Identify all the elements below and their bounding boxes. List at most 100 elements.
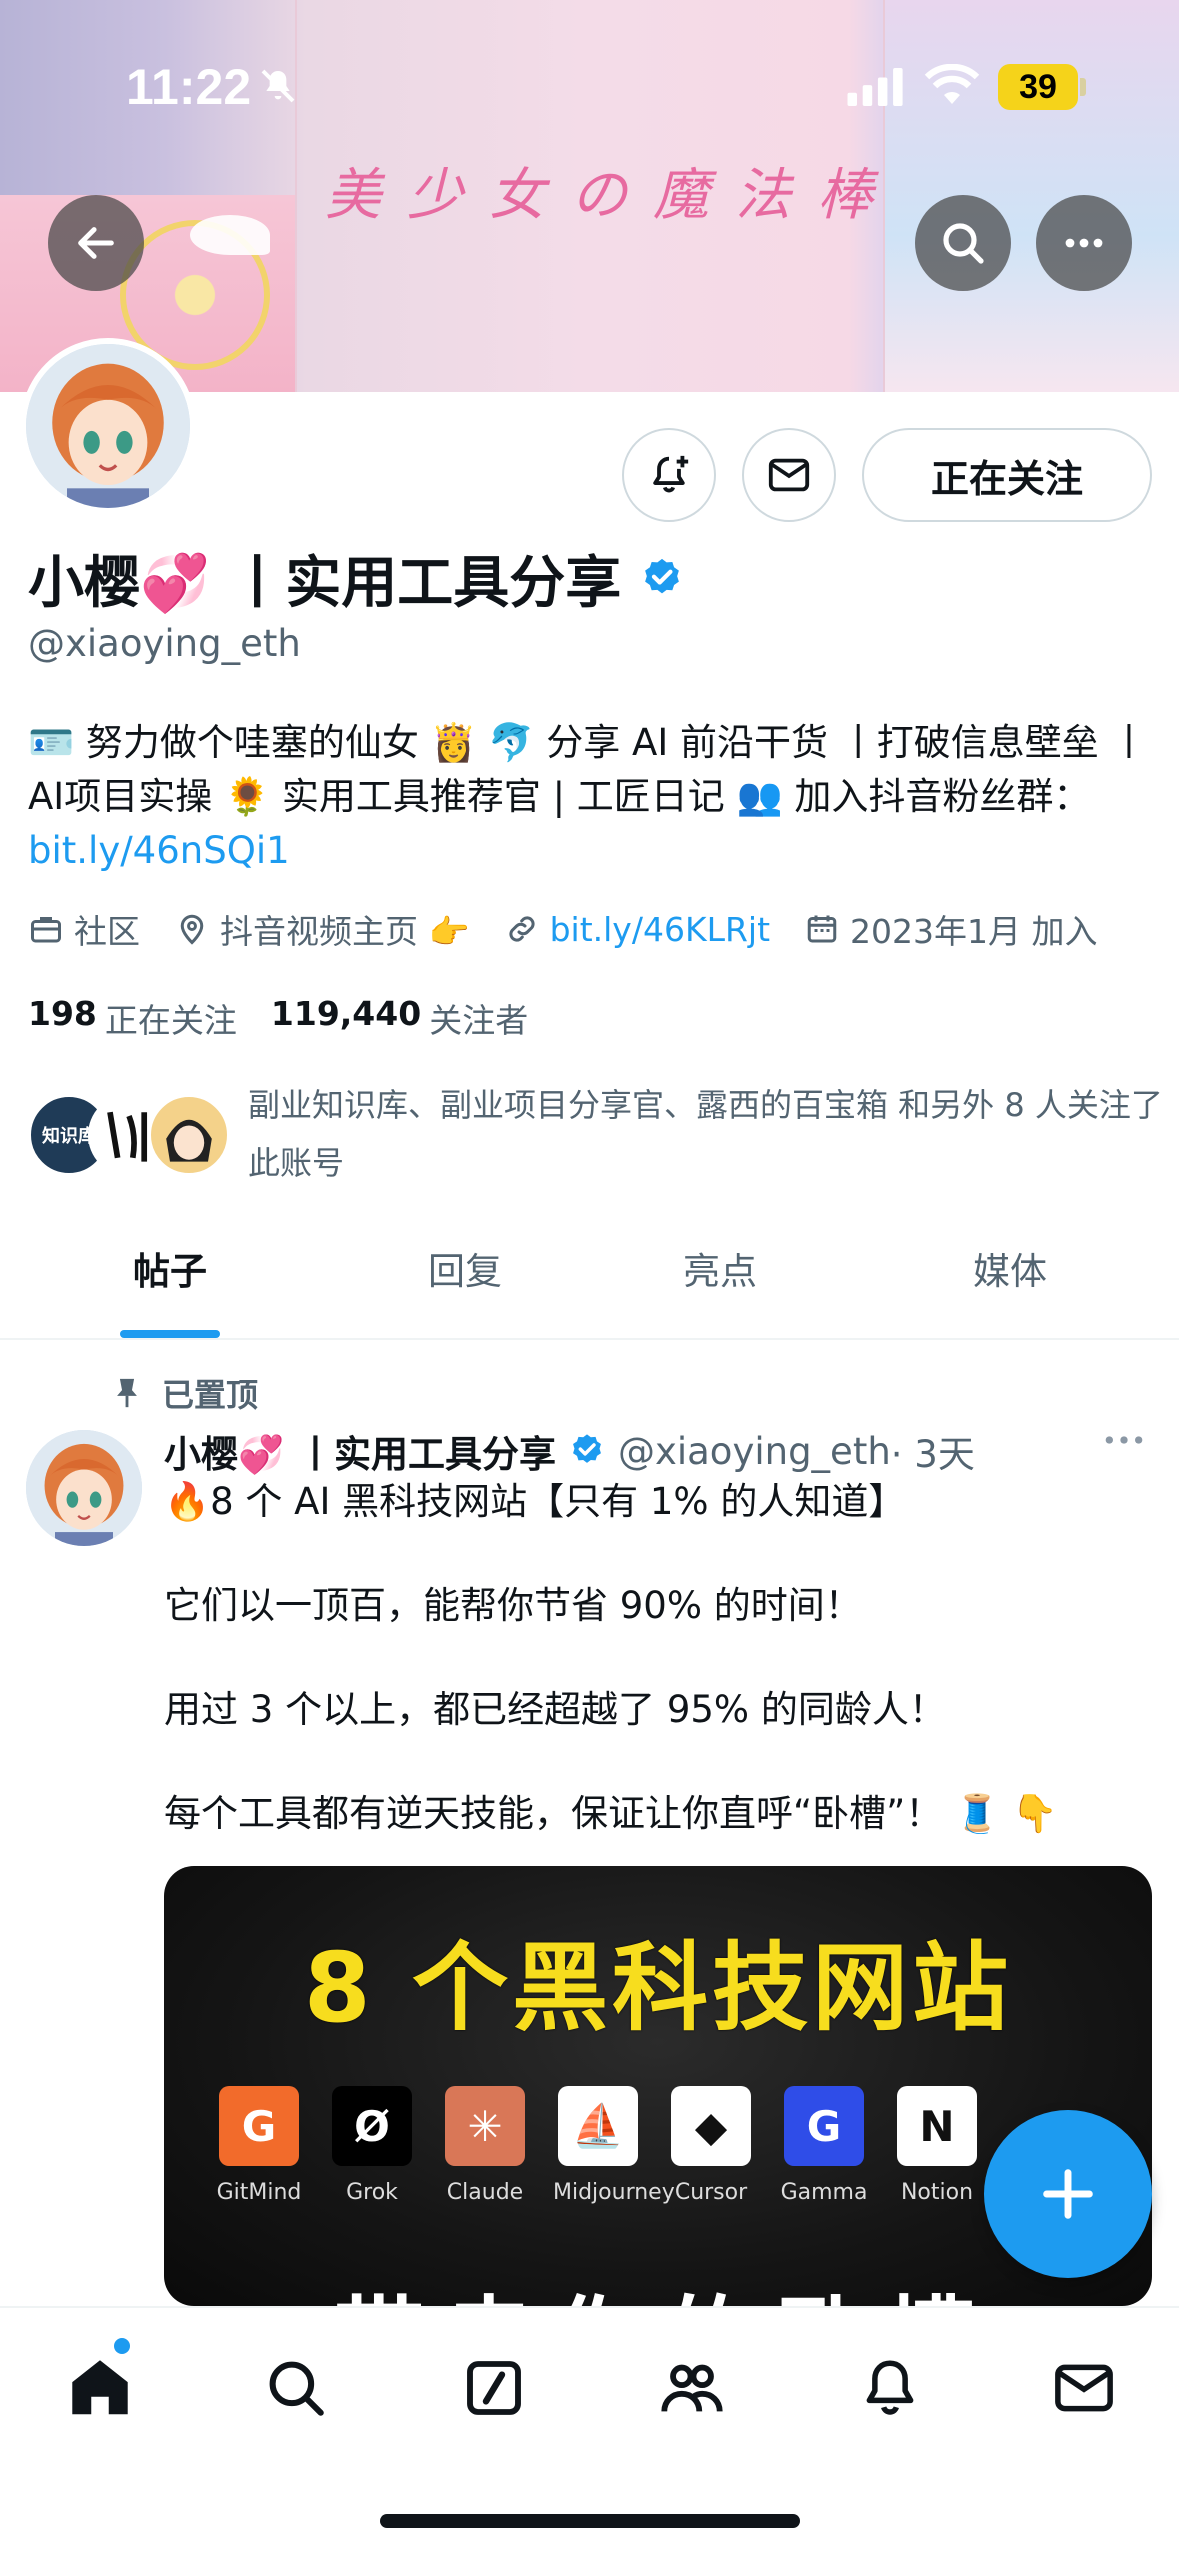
- home-indicator: [380, 2514, 800, 2528]
- wifi-icon: [924, 64, 980, 104]
- website-item[interactable]: bit.ly/46KLRjt: [504, 910, 770, 949]
- nav-notifications[interactable]: [850, 2348, 930, 2428]
- nav-messages[interactable]: [1044, 2348, 1124, 2428]
- gamma-icon: G: [784, 2086, 864, 2166]
- pinned-label-row: 已置顶: [112, 1370, 258, 1416]
- cursor-icon: ◆: [671, 2086, 751, 2166]
- follower-avatar: [148, 1094, 230, 1176]
- grok-slash-icon: [467, 2361, 521, 2415]
- nav-grok[interactable]: [454, 2348, 534, 2428]
- search-button[interactable]: [915, 195, 1011, 291]
- display-name: 小樱💞 丨实用工具分享: [28, 551, 622, 616]
- website-link[interactable]: bit.ly/46KLRjt: [550, 910, 770, 949]
- tab-label: 亮点: [683, 1250, 757, 1293]
- nav-search[interactable]: [256, 2348, 336, 2428]
- nav-home[interactable]: [60, 2348, 140, 2428]
- post-text-line: 🔥8 个 AI 黑科技网站【只有 1% 的人知道】: [164, 1480, 906, 1523]
- link-icon: [509, 916, 535, 942]
- post-text-line: 每个工具都有逆天技能，保证让你直呼“卧槽”！ 🧵 👇: [164, 1792, 1058, 1835]
- verified-badge-icon: [573, 1434, 601, 1463]
- post-author-avatar[interactable]: [26, 1430, 142, 1546]
- tab-label: 帖子: [133, 1250, 207, 1293]
- following-button[interactable]: 正在关注: [862, 428, 1152, 522]
- cartoon-avatar: [166, 1119, 212, 1162]
- search-icon: [943, 223, 984, 264]
- location-label: 抖音视频主页 👉: [220, 912, 470, 951]
- more-options-button[interactable]: [1036, 195, 1132, 291]
- tool-logo-gamma: G Gamma: [779, 2086, 869, 2205]
- profile-meta-row: 社区 抖音视频主页 👉 bit.ly/46KLRjt 2023年1月 加入: [28, 904, 1131, 954]
- tool-label: GitMind: [216, 2180, 302, 2205]
- nav-communities[interactable]: [652, 2348, 732, 2428]
- category-item: 社区: [28, 905, 140, 953]
- notifications-button[interactable]: [622, 428, 716, 522]
- tool-label: Notion: [900, 2180, 974, 2205]
- more-horizontal-icon: [1065, 238, 1103, 248]
- tool-logo-notion: N Notion: [892, 2086, 982, 2205]
- bio-text: 🪪 努力做个哇塞的仙女 👸 🐬 分享 AI 前沿干货 丨打破信息壁垒 丨AI项目…: [28, 721, 1148, 818]
- tab-label: 媒体: [973, 1250, 1047, 1293]
- compose-post-button[interactable]: [984, 2110, 1152, 2278]
- battery-nub: [1080, 78, 1086, 96]
- tab-media[interactable]: 媒体: [850, 1220, 1170, 1338]
- profile-tabs: 帖子 回复 亮点 媒体: [0, 1220, 1179, 1340]
- bell-icon: [866, 2360, 914, 2415]
- pinned-label: 已置顶: [162, 1376, 259, 1414]
- post-body[interactable]: 🔥8 个 AI 黑科技网站【只有 1% 的人知道】 它们以一顶百，能帮你节省 9…: [164, 1476, 1164, 1892]
- arrow-left-icon: [78, 227, 114, 259]
- bio-link[interactable]: bit.ly/46nSQi1: [28, 829, 290, 872]
- post-more-icon[interactable]: [1102, 1430, 1146, 1450]
- tool-label: Midjourney: [553, 2180, 675, 2205]
- location-pin-icon: [180, 914, 204, 945]
- tool-logo-grok: Ø Grok: [327, 2086, 417, 2205]
- post-author-name[interactable]: 小樱💞 丨实用工具分享: [164, 1424, 556, 1478]
- people-icon: [661, 2364, 723, 2412]
- display-name-row: 小樱💞 丨实用工具分享: [28, 538, 685, 619]
- profile-handle: @xiaoying_eth: [28, 622, 301, 665]
- tab-highlights[interactable]: 亮点: [590, 1220, 850, 1338]
- claude-icon: ✳: [445, 2086, 525, 2166]
- battery-indicator: 39: [998, 64, 1078, 110]
- followers-you-know-text: 副业知识库、副业项目分享官、露西的百宝箱 和另外 8 人关注了此账号: [248, 1086, 1163, 1182]
- tool-logo-midjourney: ⛵ Midjourney: [553, 2086, 675, 2205]
- tool-logo-cursor: ◆ Cursor: [666, 2086, 756, 2205]
- tab-posts[interactable]: 帖子: [0, 1220, 340, 1338]
- cellular-signal-icon: [847, 68, 903, 106]
- verified-badge-icon: [645, 558, 680, 593]
- following-label: 正在关注: [104, 1001, 237, 1040]
- wing-decoration: [190, 215, 270, 255]
- followers-stat[interactable]: 119,440 关注者: [271, 994, 528, 1042]
- message-button[interactable]: [742, 428, 836, 522]
- follow-stats: 198 正在关注 119,440 关注者: [28, 994, 562, 1042]
- anime-avatar-image: [26, 1430, 142, 1546]
- midjourney-icon: ⛵: [558, 2086, 638, 2166]
- briefcase-icon: [31, 917, 61, 943]
- pin-icon: [117, 1378, 137, 1408]
- post-time: · 3天: [890, 1433, 975, 1476]
- post-header: 小樱💞 丨实用工具分享 @xiaoying_eth · 3天: [164, 1424, 1124, 1478]
- followers-label: 关注者: [429, 1001, 529, 1040]
- post-author-handle: @xiaoying_eth: [617, 1429, 891, 1473]
- tab-replies[interactable]: 回复: [340, 1220, 590, 1338]
- tool-logo-gitmind: G GitMind: [214, 2086, 304, 2205]
- bottom-tab-bar: [0, 2306, 1179, 2556]
- status-time: 11:22: [126, 59, 252, 115]
- grok-icon: Ø: [332, 2086, 412, 2166]
- following-stat[interactable]: 198 正在关注: [28, 994, 237, 1042]
- home-icon: [72, 2360, 128, 2415]
- media-headline: 8 个黑科技网站: [303, 1932, 1013, 2044]
- following-count: 198: [28, 994, 97, 1033]
- media-bottom-text: 带走你的卧槽: [334, 2266, 994, 2306]
- back-button[interactable]: [48, 195, 144, 291]
- home-unread-dot: [114, 2338, 130, 2354]
- joined-item: 2023年1月 加入: [804, 905, 1097, 953]
- tool-label: Gamma: [780, 2180, 868, 2205]
- profile-avatar[interactable]: [20, 338, 196, 514]
- tool-label: Grok: [346, 2180, 398, 2205]
- bell-off-icon: [261, 69, 295, 103]
- post-text-line: 它们以一顶百，能帮你节省 90% 的时间！: [164, 1584, 862, 1627]
- post-text-line: 用过 3 个以上，都已经超越了 95% 的同龄人！: [164, 1688, 946, 1731]
- followers-you-know[interactable]: 知识库 副业知识库、副业项目分享官、露西的百宝箱 和另外 8 人关注了此账号: [28, 1076, 1163, 1186]
- anime-avatar-image: [26, 344, 190, 508]
- envelope-icon: [1055, 2364, 1113, 2412]
